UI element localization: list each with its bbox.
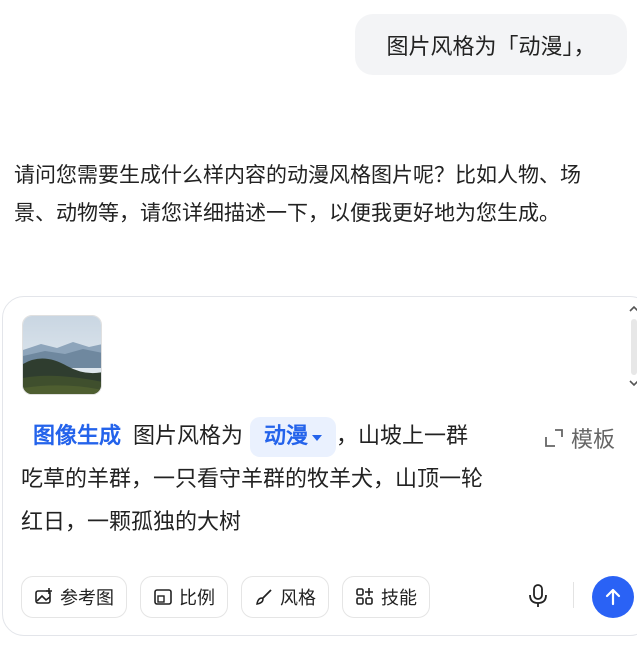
brush-icon	[256, 589, 272, 605]
skills-label: 技能	[381, 588, 417, 609]
landscape-photo-icon	[23, 316, 101, 394]
prompt-composer: 图像生成 图片风格为 动漫 ，山坡上一群 吃草的羊群，一只看守羊群的牧羊犬，山顶一轮…	[2, 296, 637, 636]
style-chip[interactable]: 动漫	[250, 417, 337, 457]
prompt-input[interactable]: 图像生成 图片风格为 动漫 ，山坡上一群 吃草的羊群，一只看守羊群的牧羊犬，山顶一轮…	[21, 415, 621, 544]
assistant-message-line: 请问您需要生成什么样内容的动漫风格图片呢？比如人物、场	[14, 163, 581, 187]
user-message-bubble: 图片风格为「动漫」，	[355, 14, 627, 75]
prompt-line-2: 吃草的羊群，一只看守羊群的牧羊犬，山顶一轮	[21, 467, 484, 492]
aspect-ratio-icon	[154, 589, 172, 605]
prompt-line-3: 红日，一颗孤独的大树	[21, 510, 242, 535]
style-button[interactable]: 风格	[241, 576, 329, 618]
user-message-text: 图片风格为「动漫」，	[386, 34, 596, 60]
ratio-label: 比例	[179, 588, 215, 609]
ratio-button[interactable]: 比例	[140, 576, 228, 618]
scroll-up-icon[interactable]	[627, 303, 637, 317]
scroll-down-icon[interactable]	[627, 377, 637, 391]
arrow-up-icon	[605, 588, 621, 606]
chevron-down-icon	[312, 435, 323, 441]
template-label: 模板	[571, 428, 616, 453]
style-chip-label: 动漫	[264, 424, 309, 449]
expand-icon	[545, 429, 563, 447]
image-add-icon	[35, 588, 52, 604]
attached-image-thumbnail[interactable]	[22, 315, 102, 395]
reference-image-label: 参考图	[60, 588, 114, 609]
microphone-icon	[529, 584, 547, 607]
image-generation-tag[interactable]: 图像生成	[33, 415, 121, 458]
prompt-line1-suffix: ，山坡上一群	[336, 424, 469, 449]
apps-grid-icon	[356, 588, 373, 605]
reference-image-button[interactable]: 参考图	[21, 576, 127, 618]
assistant-message: 请问您需要生成什么样内容的动漫风格图片呢？比如人物、场 景、动物等，请您详细描述…	[14, 156, 632, 232]
microphone-button[interactable]	[523, 581, 553, 611]
skills-button[interactable]: 技能	[342, 576, 430, 618]
toolbar-divider	[573, 582, 574, 608]
send-button[interactable]	[592, 576, 634, 618]
attachment-scrollbar[interactable]	[631, 319, 637, 375]
prompt-line-1: 图像生成 图片风格为 动漫 ，山坡上一群	[21, 415, 621, 458]
template-button[interactable]: 模板	[543, 423, 615, 453]
assistant-message-line: 景、动物等，请您详细描述一下，以便我更好地为您生成。	[14, 201, 560, 225]
style-label: 风格	[280, 588, 316, 609]
prompt-prefix-text: 图片风格为	[133, 424, 244, 449]
